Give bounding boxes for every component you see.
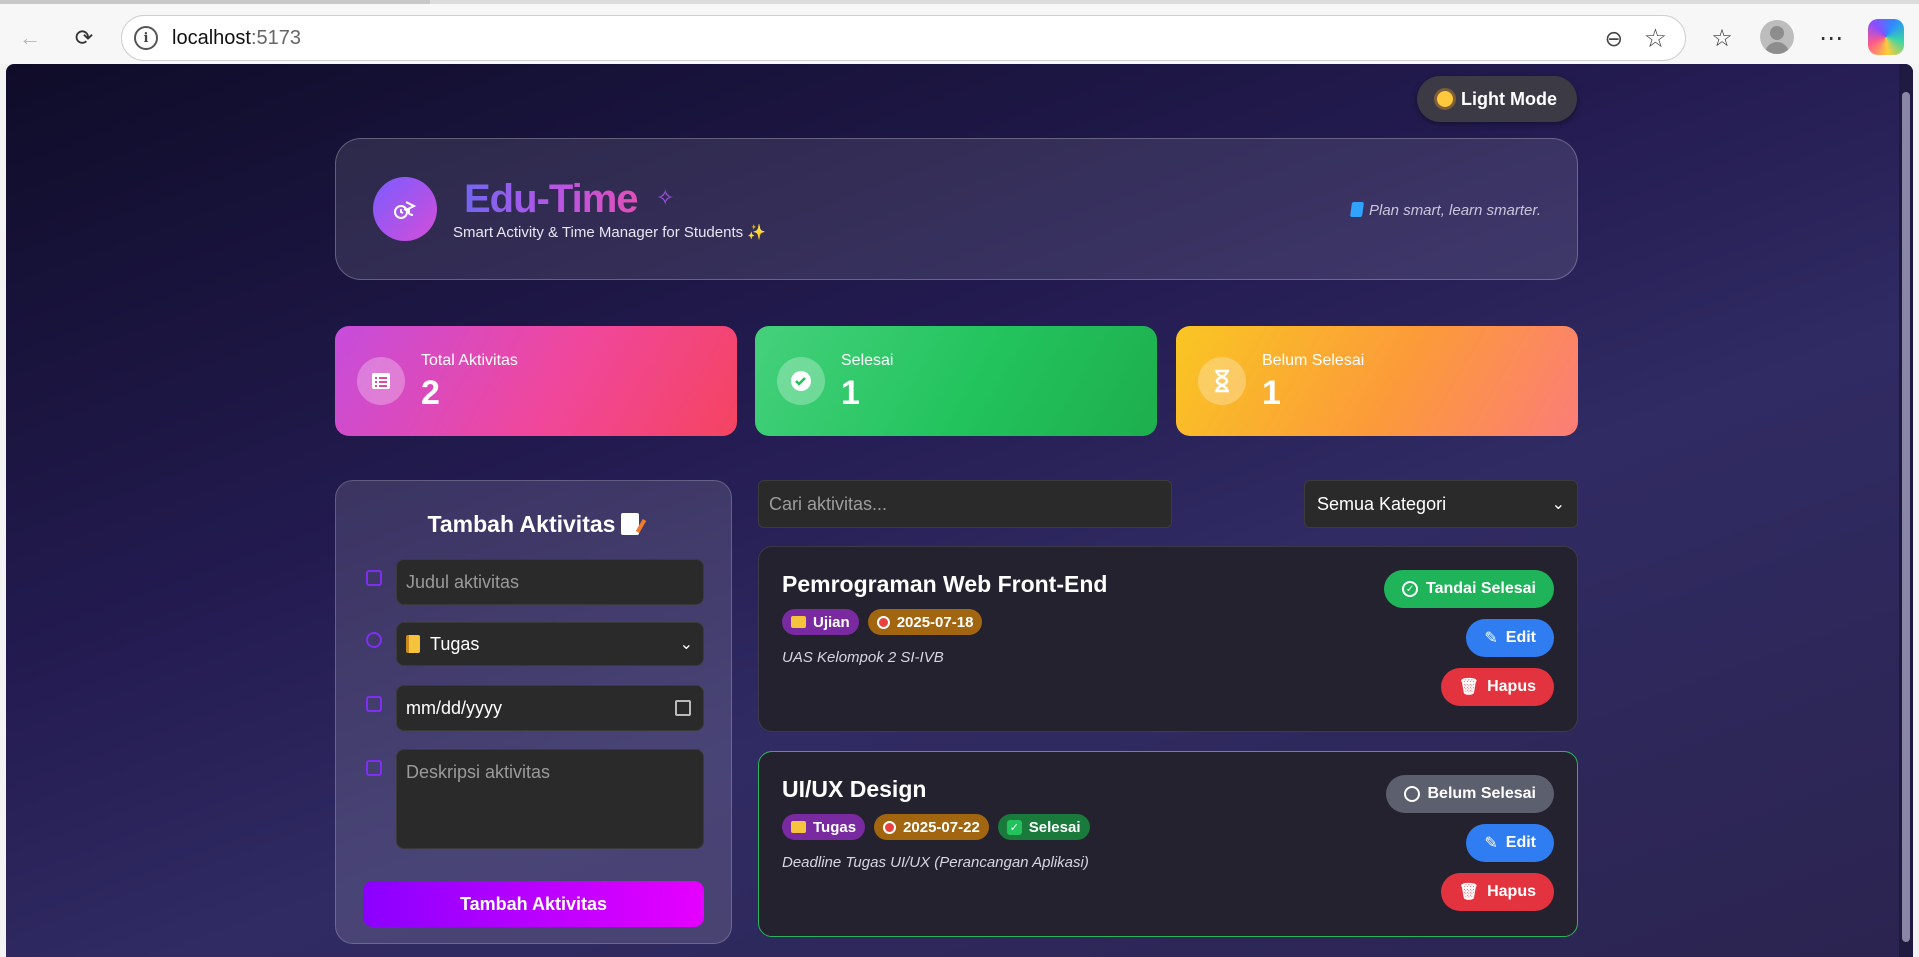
category-badge: Ujian bbox=[782, 609, 859, 635]
activity-tags: Ujian 2025-07-18 bbox=[782, 609, 983, 635]
activity-title: Pemrograman Web Front-End bbox=[782, 571, 1108, 597]
category-filter-value: Semua Kategori bbox=[1317, 493, 1447, 514]
add-activity-form: Tambah Aktivitas Judul aktivitas Tugas ⌄… bbox=[335, 480, 732, 944]
book-icon bbox=[1349, 202, 1365, 217]
light-mode-toggle[interactable]: Light Mode bbox=[1417, 76, 1577, 122]
edit-button[interactable]: ✎ Edit bbox=[1466, 824, 1554, 862]
chevron-down-icon: ⌄ bbox=[679, 636, 693, 653]
delete-button[interactable]: 🗑 Hapus bbox=[1440, 668, 1554, 706]
activity-card: Pemrograman Web Front-End Ujian 2025-07-… bbox=[758, 546, 1578, 732]
alarm-clock-icon bbox=[883, 820, 897, 834]
activity-title: UI/UX Design bbox=[782, 776, 927, 802]
stat-value: 1 bbox=[841, 374, 860, 412]
pencil-icon: ✎ bbox=[1484, 630, 1498, 647]
stat-value: 2 bbox=[421, 374, 440, 412]
site-info-icon[interactable]: i bbox=[134, 26, 158, 50]
circle-icon bbox=[1403, 786, 1420, 802]
calendar-icon[interactable] bbox=[675, 700, 691, 716]
stat-card-total: Total Aktivitas 2 bbox=[335, 326, 737, 436]
description-field-icon bbox=[366, 760, 382, 776]
description-textarea[interactable]: Deskripsi aktivitas bbox=[396, 749, 704, 849]
address-bar[interactable]: i localhost:5173 ⊖ ☆ bbox=[121, 15, 1686, 61]
stat-card-pending: Belum Selesai 1 bbox=[1176, 326, 1578, 436]
tab-strip bbox=[0, 0, 430, 4]
browser-toolbar: ← ⟳ i localhost:5173 ⊖ ☆ ☆ ⋯ bbox=[0, 0, 1919, 64]
activity-description: Deadline Tugas UI/UX (Perancangan Aplika… bbox=[782, 854, 1089, 871]
reload-icon[interactable]: ⟳ bbox=[66, 20, 102, 56]
form-title: Tambah Aktivitas bbox=[336, 511, 731, 538]
date-placeholder: mm/dd/yyyy bbox=[406, 697, 503, 718]
zoom-out-icon[interactable]: ⊖ bbox=[1605, 26, 1623, 52]
app-header: Edu-Time ✧ Smart Activity & Time Manager… bbox=[335, 138, 1578, 280]
hourglass-icon bbox=[1198, 357, 1246, 405]
alarm-clock-icon bbox=[876, 615, 890, 629]
app-logo-icon bbox=[373, 177, 437, 241]
app-viewport: Light Mode Edu-Time ✧ Smart Activity & T… bbox=[6, 64, 1913, 957]
chevron-down-icon: ⌄ bbox=[1551, 496, 1565, 513]
notebook-icon bbox=[406, 635, 420, 653]
url-text: localhost:5173 bbox=[172, 26, 301, 49]
checkbox-icon: ✓ bbox=[1006, 819, 1022, 835]
add-activity-button[interactable]: Tambah Aktivitas bbox=[363, 881, 704, 927]
title-field-icon bbox=[366, 570, 382, 586]
back-arrow-icon[interactable]: ← bbox=[12, 20, 48, 56]
favorite-star-icon[interactable]: ☆ bbox=[1644, 23, 1667, 54]
category-select[interactable]: Tugas ⌄ bbox=[396, 622, 704, 666]
edit-button[interactable]: ✎ Edit bbox=[1466, 619, 1554, 657]
copilot-icon[interactable] bbox=[1868, 19, 1904, 55]
more-options-icon[interactable]: ⋯ bbox=[1813, 20, 1849, 56]
category-filter-select[interactable]: Semua Kategori ⌄ bbox=[1304, 480, 1578, 528]
check-circle-icon bbox=[777, 357, 825, 405]
search-input[interactable]: Cari aktivitas... bbox=[758, 480, 1172, 528]
category-badge: Tugas bbox=[782, 814, 866, 840]
activity-tags: Tugas 2025-07-22 ✓ Selesai bbox=[782, 814, 1090, 840]
folder-icon bbox=[791, 821, 806, 833]
stat-value: 1 bbox=[1262, 374, 1281, 412]
calendar-field-icon bbox=[366, 696, 382, 712]
trash-icon: 🗑 bbox=[1458, 679, 1480, 696]
status-badge: ✓ Selesai bbox=[997, 814, 1090, 840]
tagline: Plan smart, learn smarter. bbox=[1349, 202, 1541, 219]
stat-label: Selesai bbox=[841, 352, 894, 369]
scrollbar-thumb[interactable] bbox=[1902, 92, 1910, 942]
sparkle-icon: ✧ bbox=[656, 185, 675, 210]
sun-icon bbox=[1437, 91, 1453, 107]
stat-label: Belum Selesai bbox=[1262, 352, 1365, 369]
memo-icon bbox=[621, 513, 640, 535]
title-input[interactable]: Judul aktivitas bbox=[396, 559, 704, 605]
light-mode-label: Light Mode bbox=[1461, 88, 1557, 109]
activity-card: UI/UX Design Tugas 2025-07-22 ✓ Selesai D… bbox=[758, 751, 1578, 937]
category-field-icon bbox=[366, 632, 382, 648]
list-icon bbox=[357, 357, 405, 405]
pencil-icon: ✎ bbox=[1484, 835, 1498, 852]
scrollbar[interactable] bbox=[1899, 64, 1913, 957]
stat-card-done: Selesai 1 bbox=[755, 326, 1157, 436]
date-input[interactable]: mm/dd/yyyy bbox=[396, 685, 704, 731]
mark-done-button[interactable]: ✓ Tandai Selesai bbox=[1384, 570, 1554, 608]
date-badge: 2025-07-22 bbox=[874, 814, 989, 840]
activity-description: UAS Kelompok 2 SI-IVB bbox=[782, 649, 944, 666]
mark-undone-button[interactable]: Belum Selesai bbox=[1385, 775, 1554, 813]
check-circle-icon: ✓ bbox=[1402, 581, 1419, 597]
date-badge: 2025-07-18 bbox=[867, 609, 983, 635]
profile-avatar[interactable] bbox=[1760, 20, 1794, 54]
category-value: Tugas bbox=[430, 633, 480, 654]
trash-icon: 🗑 bbox=[1458, 884, 1480, 901]
delete-button[interactable]: 🗑 Hapus bbox=[1440, 873, 1554, 911]
stat-label: Total Aktivitas bbox=[421, 352, 518, 369]
app-subtitle: Smart Activity & Time Manager for Studen… bbox=[453, 224, 766, 241]
favorites-list-icon[interactable]: ☆ bbox=[1704, 20, 1740, 56]
folder-icon bbox=[791, 616, 806, 628]
app-title: Edu-Time bbox=[464, 177, 639, 221]
